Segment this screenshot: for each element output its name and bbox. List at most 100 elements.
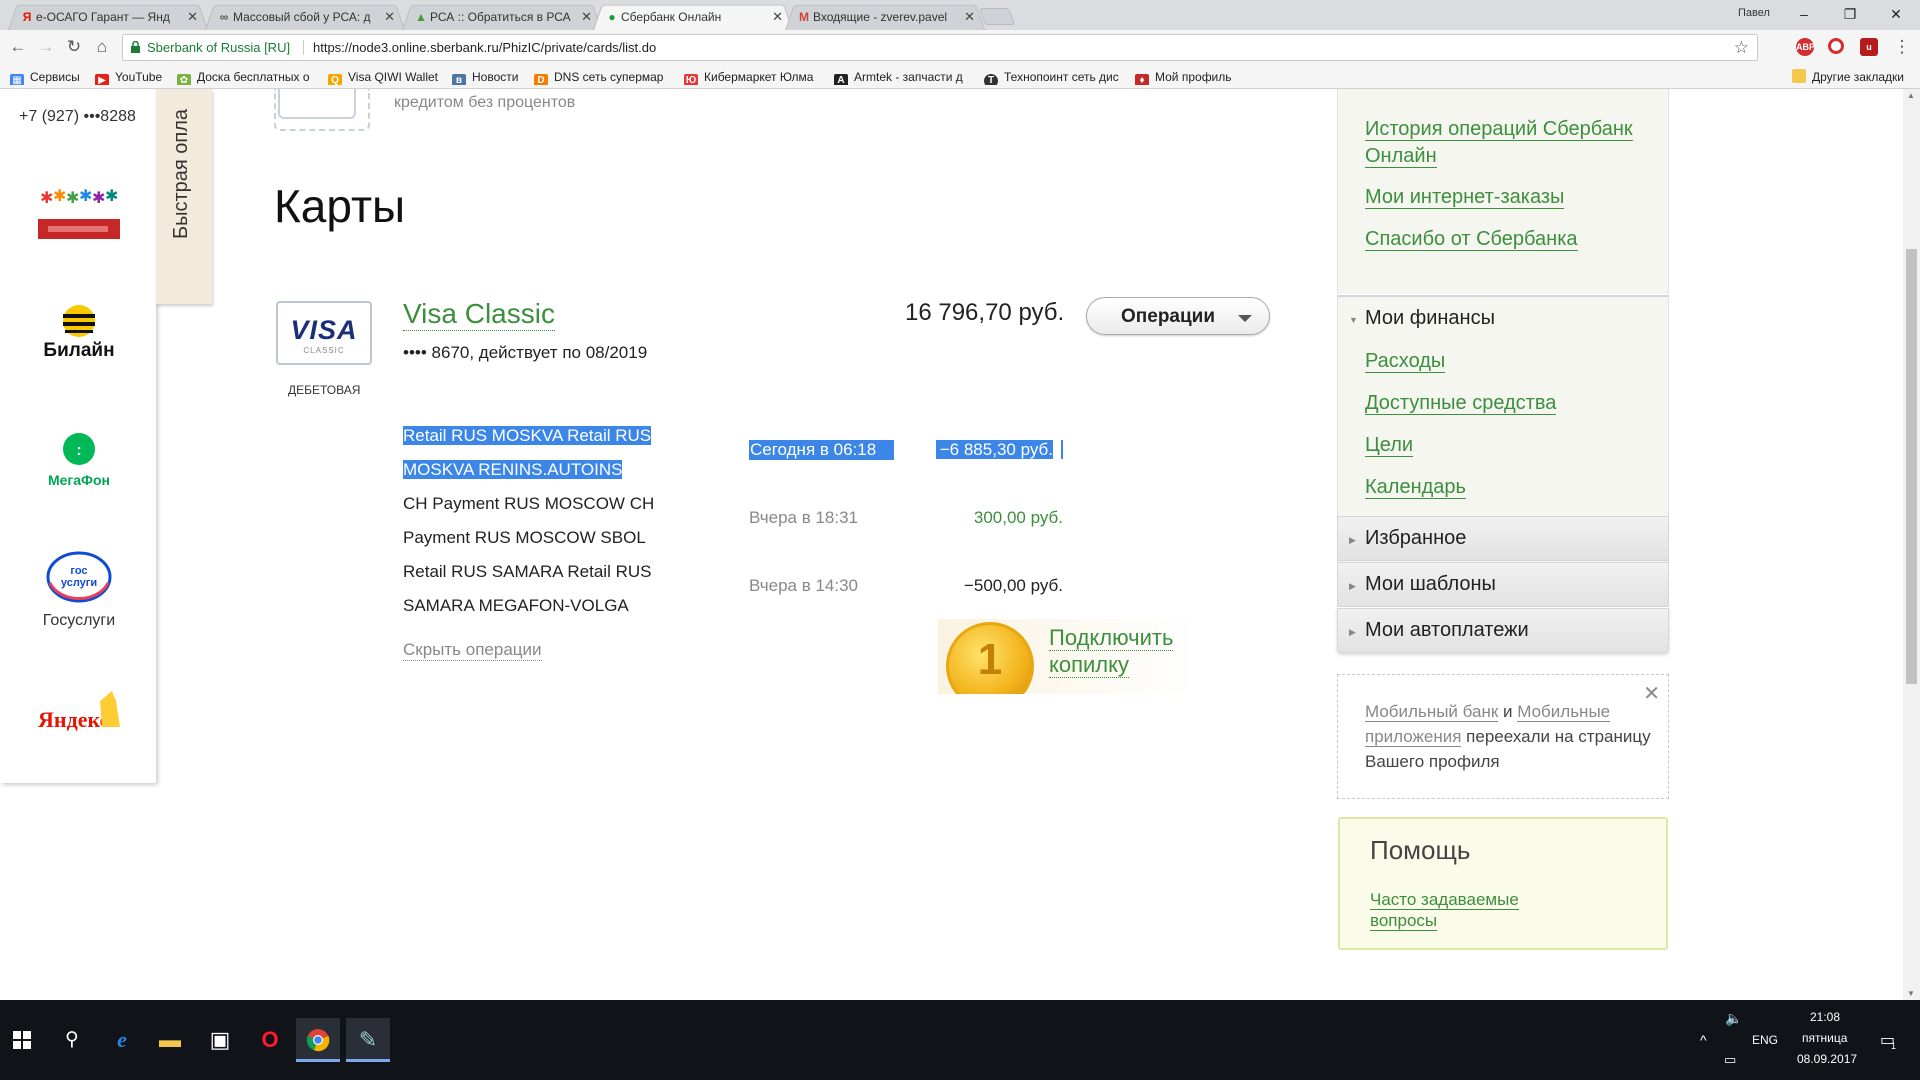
card-name-link[interactable]: Visa Classic <box>403 298 555 331</box>
restore-icon[interactable]: ❐ <box>1830 3 1870 27</box>
visa-card-logo[interactable]: VISA CLASSIC <box>276 301 372 365</box>
section-label: Мои шаблоны <box>1365 573 1496 595</box>
sidebar-item-available-funds[interactable]: Доступные средства <box>1365 390 1660 417</box>
reload-icon[interactable]: ↻ <box>62 36 86 60</box>
megafon-logo[interactable]: : МегаФон <box>36 431 122 496</box>
browser-tab[interactable]: M Входящие - zverev.pavel ✕ <box>785 2 985 30</box>
other-bookmarks[interactable]: Другие закладки <box>1792 69 1904 85</box>
opera-icon[interactable]: O <box>248 1018 292 1062</box>
bookmark-item[interactable]: ♦ Мой профиль <box>1135 69 1232 85</box>
svg-text:Яндекс: Яндекс <box>38 707 110 732</box>
tray-expand-icon[interactable]: ^ <box>1700 1032 1707 1048</box>
quick-pay-label: Быстрая опла <box>170 108 192 239</box>
home-icon[interactable]: ⌂ <box>90 36 114 60</box>
yandex-logo[interactable]: Яндекс <box>36 687 122 744</box>
bookmark-item[interactable]: Q Visa QIWI Wallet <box>328 69 438 85</box>
tab-close-icon[interactable]: ✕ <box>384 9 395 25</box>
file-explorer-icon[interactable]: ▬ <box>148 1018 192 1062</box>
browser-tab[interactable]: Я е-ОСАГО Гарант — Янд ✕ <box>8 2 208 30</box>
scrollbar-thumb[interactable] <box>1906 249 1917 684</box>
bookmark-item[interactable]: в Новости <box>452 69 518 85</box>
tab-close-icon[interactable]: ✕ <box>581 9 592 25</box>
bookmark-item[interactable]: A Armtek - запчасти д <box>834 69 970 85</box>
transaction-description[interactable]: CH Payment RUS MOSCOW CH Payment RUS MOS… <box>403 487 693 555</box>
transaction-amount: −6 885,30 руб. <box>900 440 1063 460</box>
triangle-down-icon: ▼ <box>1349 315 1358 325</box>
bookmark-item[interactable]: ✿ Доска бесплатных о <box>177 69 312 85</box>
transaction-description[interactable]: Retail RUS MOSKVA Retail RUS MOSKVA RENI… <box>403 419 693 487</box>
finances-title[interactable]: Мои финансы <box>1365 307 1495 330</box>
store-icon[interactable]: ▣ <box>198 1018 242 1062</box>
scroll-up-icon[interactable]: ▲ <box>1907 91 1915 100</box>
svg-text:гос: гос <box>70 565 87 577</box>
bookmark-item[interactable]: ▦ Сервисы <box>10 69 80 85</box>
sidebar-link-spasibo[interactable]: Спасибо от Сбербанка <box>1365 226 1660 253</box>
credit-note: кредитом без процентов <box>394 94 576 111</box>
podari-zhizn-logo[interactable]: ✱ ✱ ✱ ✱ ✱ ✱ <box>36 181 122 251</box>
bookmark-star-icon[interactable]: ☆ <box>1734 35 1749 60</box>
search-icon[interactable]: ⚲ <box>50 1018 94 1062</box>
speaker-icon[interactable]: 🔈 <box>1725 1010 1742 1027</box>
hide-operations-link[interactable]: Скрыть операции <box>403 640 542 661</box>
browser-tab[interactable]: ∞ Массовый сбой у РСА: д ✕ <box>205 2 405 30</box>
url-text[interactable]: https://node3.online.sberbank.ru/PhizIC/… <box>313 35 656 60</box>
browser-tab-active[interactable]: ● Сбербанк Онлайн ✕ <box>593 2 793 30</box>
bookmark-item[interactable]: T Технопоинт сеть дис <box>984 69 1122 85</box>
sidebar-item-expenses[interactable]: Расходы <box>1365 348 1660 375</box>
back-icon[interactable]: ← <box>6 36 30 60</box>
sidebar-link-label: Спасибо от Сбербанка <box>1365 228 1578 251</box>
address-bar[interactable]: Sberbank of Russia [RU] https://node3.on… <box>122 34 1758 61</box>
opera-extension-icon[interactable] <box>1828 38 1844 54</box>
sidebar-link-orders[interactable]: Мои интернет-заказы <box>1365 184 1660 211</box>
clock-date[interactable]: 08.09.2017 <box>1797 1052 1857 1066</box>
bookmark-item[interactable]: Ю Кибермаркет Юлма <box>684 69 822 85</box>
quick-pay-tab[interactable]: Быстрая опла <box>156 89 212 304</box>
card-number: •••• 8670, действует по 08/2019 <box>403 343 648 362</box>
browser-toolbar: ← → ↻ ⌂ Sberbank of Russia [RU] https://… <box>0 30 1920 65</box>
tab-title: Массовый сбой у РСА: д <box>233 10 371 24</box>
transaction-date: Сегодня в 06:18 <box>749 440 894 460</box>
piggy-link-line: копилку <box>1049 652 1130 678</box>
bookmark-item[interactable]: D DNS сеть супермар <box>534 69 669 85</box>
svg-text:✱: ✱ <box>53 188 66 205</box>
beeline-logo[interactable]: Билайн <box>36 304 122 369</box>
paint-app-icon[interactable]: ✎ <box>346 1018 390 1062</box>
adblock-extension-icon[interactable]: ABP <box>1796 38 1815 56</box>
windows-start-icon[interactable] <box>0 1018 44 1062</box>
network-icon[interactable]: ▭ <box>1724 1052 1736 1068</box>
tab-close-icon[interactable]: ✕ <box>187 9 198 25</box>
sidebar-item-goals[interactable]: Цели <box>1365 432 1660 459</box>
tab-close-icon[interactable]: ✕ <box>964 9 975 25</box>
mobile-bank-link[interactable]: Мобильный банк <box>1365 702 1499 722</box>
gmail-favicon-icon: M <box>799 10 809 24</box>
minimize-icon[interactable]: – <box>1784 3 1824 27</box>
bookmark-item[interactable]: ▶ YouTube <box>95 69 162 85</box>
tab-close-icon[interactable]: ✕ <box>772 9 783 25</box>
language-indicator[interactable]: ENG <box>1752 1033 1778 1047</box>
clock-weekday[interactable]: пятница <box>1802 1031 1847 1045</box>
sidebar-item-calendar[interactable]: Календарь <box>1365 474 1660 501</box>
operations-dropdown-button[interactable]: Операции <box>1086 297 1270 335</box>
faq-link[interactable]: Часто задаваемые вопросы <box>1370 889 1570 931</box>
triangle-right-icon: ▶ <box>1349 627 1356 637</box>
gosuslugi-logo[interactable]: гос услуги Госуслуги <box>36 549 122 630</box>
transaction-line: CH Payment RUS MOSCOW CH <box>403 494 655 513</box>
browser-tab[interactable]: ▲ РСА :: Обратиться в РСА ✕ <box>402 2 602 30</box>
internet-explorer-icon[interactable]: e <box>100 1018 144 1062</box>
window-profile-name[interactable]: Павел <box>1738 7 1770 19</box>
scroll-down-icon[interactable]: ▼ <box>1907 989 1915 998</box>
page-viewport: +7 (927) •••8288 ✱ ✱ ✱ ✱ ✱ ✱ Билайн : МегаФон <box>0 89 1903 1000</box>
sidebar-link-history[interactable]: История операций Сбербанк Онлайн <box>1365 116 1660 170</box>
new-tab-button[interactable] <box>978 8 1016 25</box>
tab-title: е-ОСАГО Гарант — Янд <box>36 10 170 24</box>
bookmark-label: Кибермаркет Юлма <box>704 70 814 84</box>
page-scrollbar[interactable]: ▲ ▼ <box>1903 89 1920 1000</box>
close-window-icon[interactable]: ✕ <box>1876 3 1916 27</box>
connect-piggy-bank-link[interactable]: Подключить копилку <box>1049 624 1174 678</box>
ublock-extension-icon[interactable]: u <box>1860 38 1878 56</box>
browser-menu-icon[interactable]: ⋮ <box>1890 36 1914 60</box>
chrome-icon[interactable] <box>296 1018 340 1062</box>
transaction-description[interactable]: Retail RUS SAMARA Retail RUS SAMARA MEGA… <box>403 555 693 623</box>
forward-icon[interactable]: → <box>34 36 58 60</box>
clock-time[interactable]: 21:08 <box>1810 1010 1840 1024</box>
